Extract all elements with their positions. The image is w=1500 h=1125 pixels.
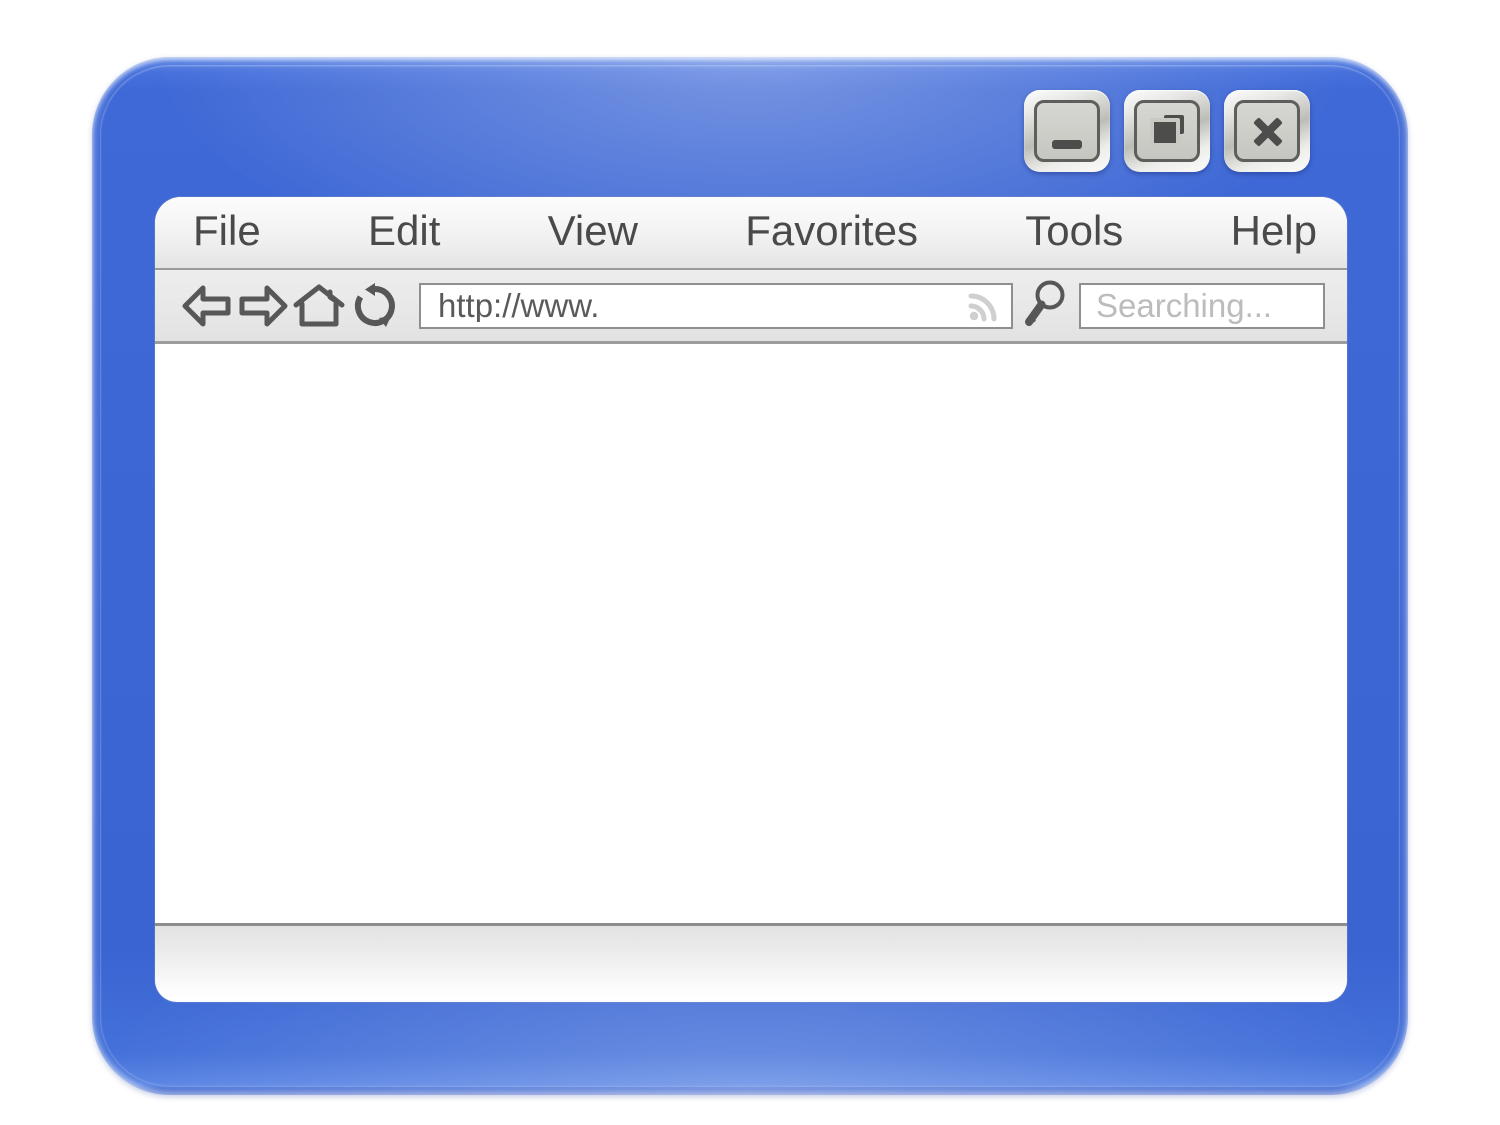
menu-bar: File Edit View Favorites Tools Help [155, 197, 1347, 270]
title-bar[interactable] [92, 57, 1408, 197]
minimize-button[interactable] [1024, 90, 1110, 172]
rss-icon[interactable] [967, 289, 1001, 323]
restore-button[interactable] [1124, 90, 1210, 172]
close-button[interactable] [1224, 90, 1310, 172]
back-button[interactable] [179, 280, 235, 332]
browser-toolbar: http://www. Searching... [155, 270, 1347, 344]
address-bar-text: http://www. [438, 289, 600, 322]
status-bar [155, 923, 1347, 999]
close-icon [1250, 114, 1284, 148]
screenshot-root: File Edit View Favorites Tools Help http… [0, 0, 1500, 1125]
search-input-placeholder: Searching... [1096, 287, 1273, 324]
menu-item-favorites[interactable]: Favorites [745, 209, 918, 256]
minimize-button-face [1034, 100, 1100, 162]
home-icon [293, 283, 345, 329]
arrow-right-icon [238, 285, 288, 327]
home-button[interactable] [291, 280, 347, 332]
arrow-left-icon [182, 285, 232, 327]
refresh-button[interactable] [347, 280, 403, 332]
restore-button-face [1134, 100, 1200, 162]
menu-item-file[interactable]: File [193, 209, 261, 256]
search-input[interactable]: Searching... [1079, 282, 1325, 329]
minimize-icon [1052, 139, 1082, 149]
refresh-icon [351, 282, 399, 330]
address-bar[interactable]: http://www. [419, 282, 1013, 329]
menu-item-tools[interactable]: Tools [1025, 209, 1123, 256]
restore-icon [1150, 115, 1184, 147]
menu-item-edit[interactable]: Edit [368, 209, 440, 256]
window-controls [1024, 90, 1310, 172]
close-button-face [1234, 100, 1300, 162]
search-button[interactable] [1013, 280, 1079, 332]
browser-content-panel: File Edit View Favorites Tools Help http… [155, 197, 1347, 1002]
magnifier-icon [1023, 278, 1069, 333]
menu-item-help[interactable]: Help [1231, 209, 1317, 256]
menu-item-view[interactable]: View [548, 209, 638, 256]
forward-button[interactable] [235, 280, 291, 332]
restore-icon-front-square [1150, 118, 1180, 147]
page-viewport[interactable] [155, 344, 1347, 923]
